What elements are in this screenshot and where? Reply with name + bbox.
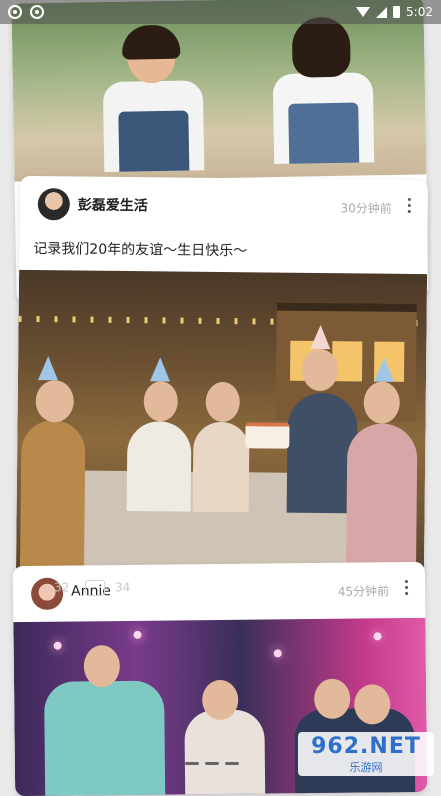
watermark-main: 962.NET: [311, 733, 421, 759]
post-time: 30分钟前: [340, 201, 392, 216]
wifi-icon: [356, 7, 371, 17]
notification-icon: [30, 5, 44, 19]
page-indicator: [185, 762, 239, 765]
avatar[interactable]: [37, 188, 70, 221]
post-time: 45分钟前: [337, 584, 390, 599]
more-options-icon[interactable]: [407, 197, 412, 214]
status-time: 5:02: [406, 5, 433, 19]
signal-icon: [376, 6, 388, 18]
notification-icon: [8, 5, 22, 19]
watermark-sub: 乐游网: [349, 760, 383, 774]
post-photo-kids[interactable]: [11, 0, 427, 182]
more-options-icon[interactable]: [404, 580, 409, 596]
status-bar: 5:02: [0, 0, 441, 24]
post-header: 彭磊爱生活 30分钟前: [20, 176, 429, 236]
battery-icon: [393, 6, 401, 18]
comment-icon[interactable]: [85, 580, 106, 596]
comment-count: 34: [114, 580, 131, 595]
post-text: 记录我们20年的友谊～生日快乐～: [33, 241, 248, 260]
watermark-logo: 962.NET 乐游网: [298, 732, 434, 776]
like-count: 32: [54, 580, 70, 595]
post-card[interactable]: 彭磊爱生活 30分钟前 记录我们20年的友谊～生日快乐～: [15, 175, 429, 581]
post-photo-party[interactable]: [15, 269, 428, 581]
post-stats: 32 34: [54, 580, 130, 596]
author-name[interactable]: 彭磊爱生活: [78, 194, 148, 215]
